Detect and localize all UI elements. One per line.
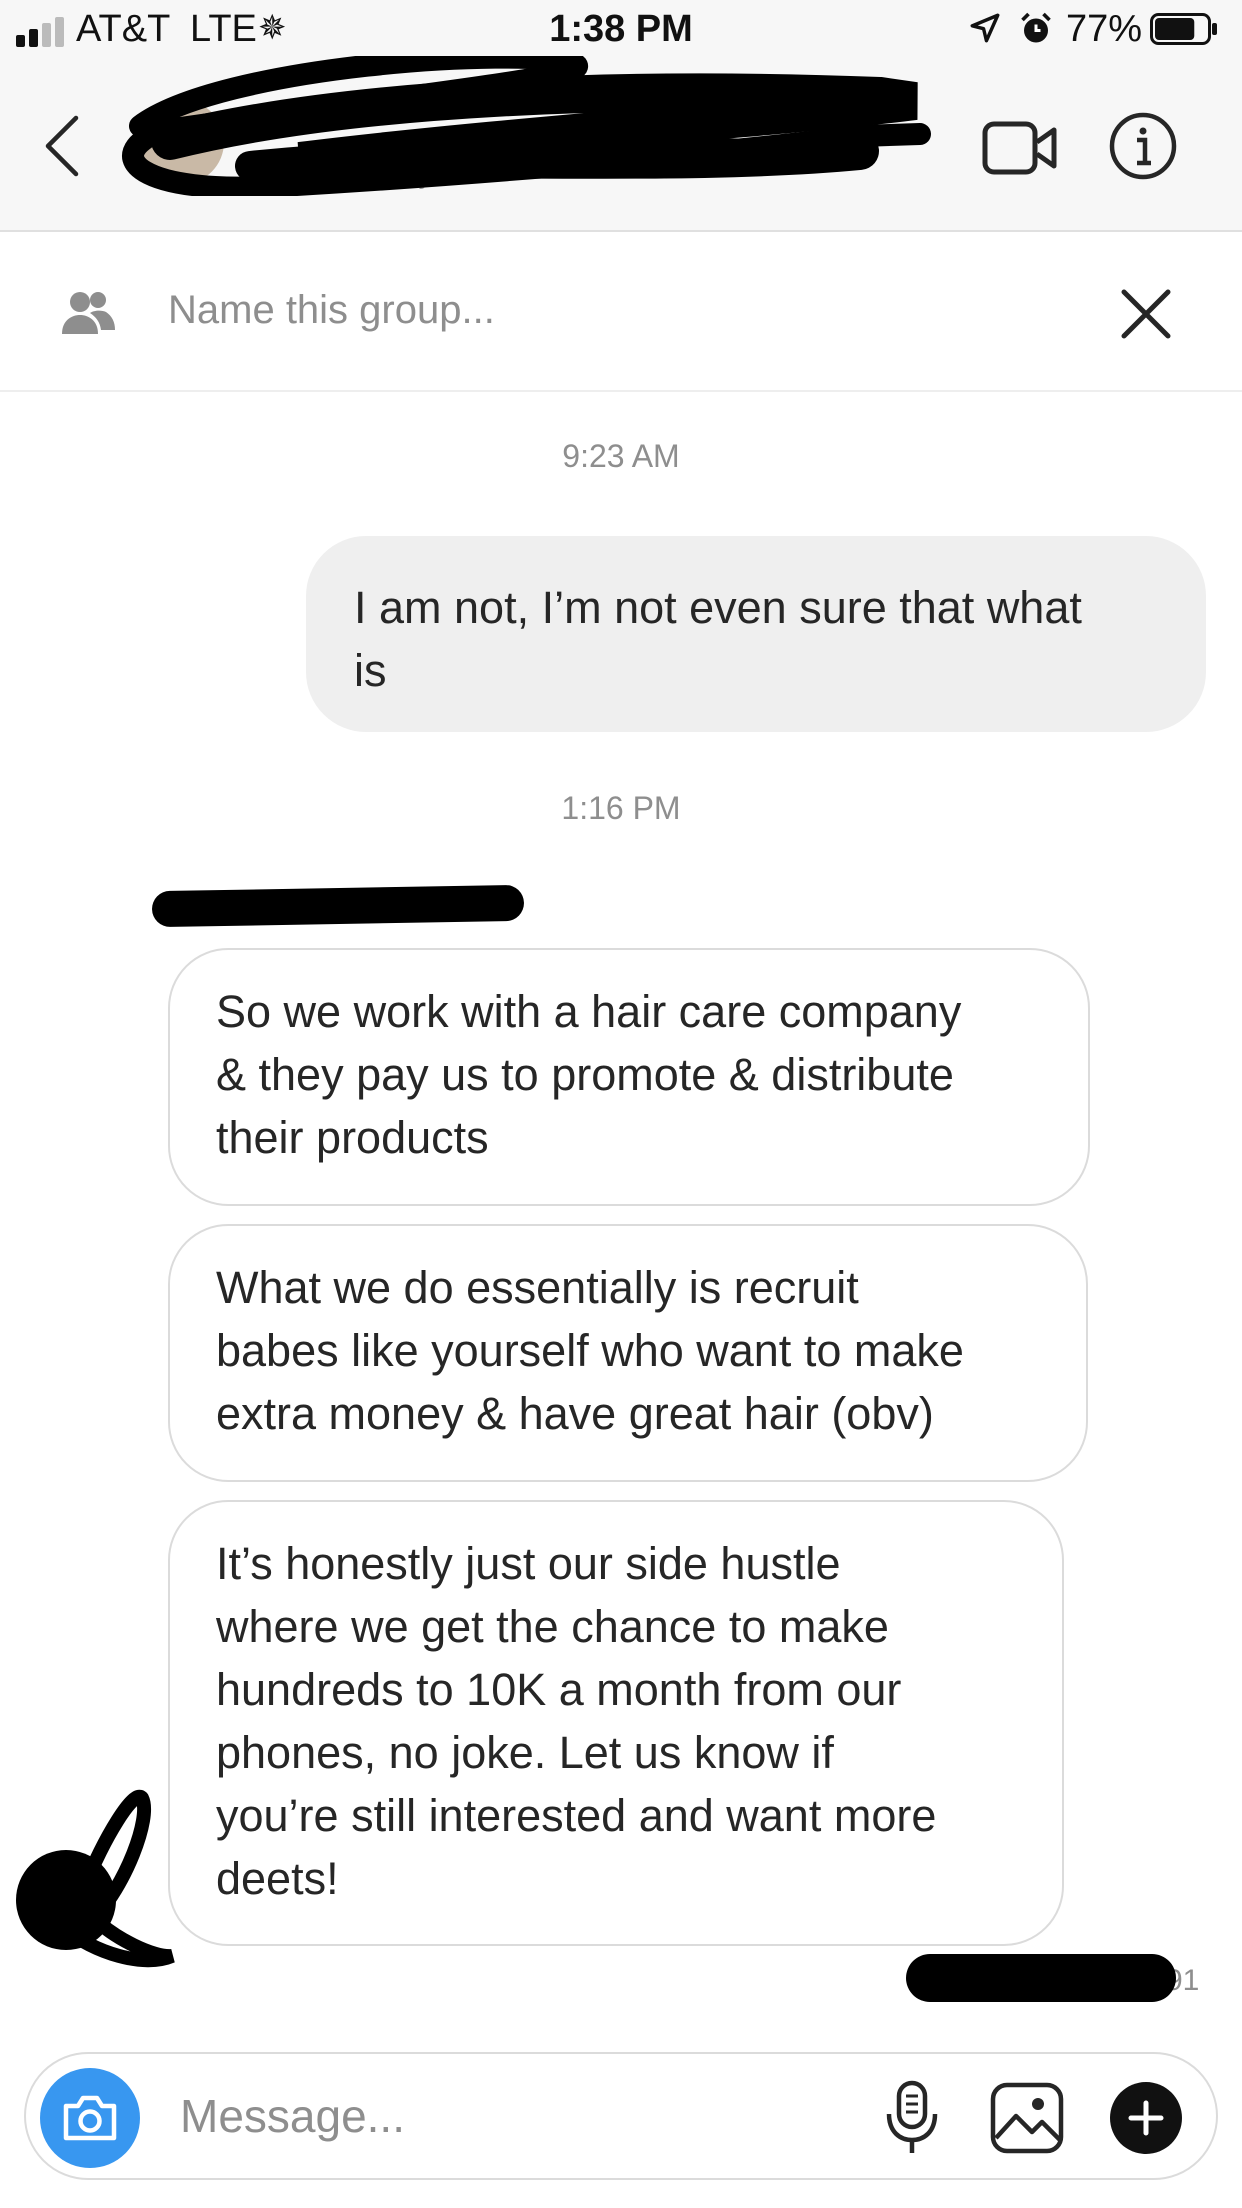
redaction-scribble — [122, 56, 931, 196]
battery-percent: 77% — [1066, 8, 1143, 50]
message-line: deets! — [216, 1853, 339, 1904]
info-icon[interactable] — [1108, 111, 1178, 181]
alarm-clock-icon — [1021, 12, 1051, 43]
group-name-input[interactable] — [168, 280, 1068, 340]
sent-message-bubble[interactable]: I am not, I’m not even sure that what is — [306, 536, 1206, 732]
message-line: I am not, I’m not even sure that what — [354, 582, 1082, 633]
message-input[interactable] — [180, 2084, 820, 2148]
plus-button[interactable] — [1110, 2082, 1182, 2154]
camera-icon — [63, 2095, 117, 2141]
microphone-icon[interactable] — [882, 2080, 942, 2156]
gallery-icon[interactable] — [990, 2082, 1064, 2154]
message-timestamp: 1:16 PM — [561, 790, 681, 826]
video-call-icon[interactable] — [982, 118, 1058, 178]
message-line: where we get the chance to make — [216, 1601, 889, 1652]
redacted-sender-name — [151, 884, 525, 928]
received-message-bubble[interactable]: So we work with a hair care company & th… — [168, 948, 1090, 1206]
close-icon[interactable] — [1116, 284, 1176, 344]
message-line: What we do essentially is recruit — [216, 1262, 859, 1313]
redacted-seen-text — [906, 1954, 1176, 2002]
location-arrow-icon — [970, 13, 1000, 43]
plus-icon — [1128, 2100, 1164, 2136]
message-line: babes like yourself who want to make — [216, 1325, 964, 1376]
message-line: is — [354, 645, 387, 696]
group-people-icon — [62, 292, 115, 334]
camera-button[interactable] — [40, 2068, 140, 2168]
status-time: 1:38 PM — [549, 8, 693, 50]
message-line: So we work with a hair care company — [216, 986, 962, 1037]
battery-icon — [1150, 13, 1217, 45]
message-line: you’re still interested and want more — [216, 1790, 937, 1841]
chevron-left-icon[interactable] — [42, 114, 82, 178]
received-message-bubble[interactable]: What we do essentially is recruit babes … — [168, 1224, 1088, 1482]
redacted-avatar-scribble — [16, 1789, 175, 1968]
message-line: their products — [216, 1112, 489, 1163]
message-line: It’s honestly just our side hustle — [216, 1538, 841, 1589]
received-message-bubble[interactable]: It’s honestly just our side hustle where… — [168, 1500, 1064, 1946]
message-line: phones, no joke. Let us know if — [216, 1727, 834, 1778]
message-line: extra money & have great hair (obv) — [216, 1388, 934, 1439]
message-line: hundreds to 10K a month from our — [216, 1664, 902, 1715]
message-line: & they pay us to promote & distribute — [216, 1049, 954, 1100]
message-timestamp: 9:23 AM — [562, 438, 680, 474]
